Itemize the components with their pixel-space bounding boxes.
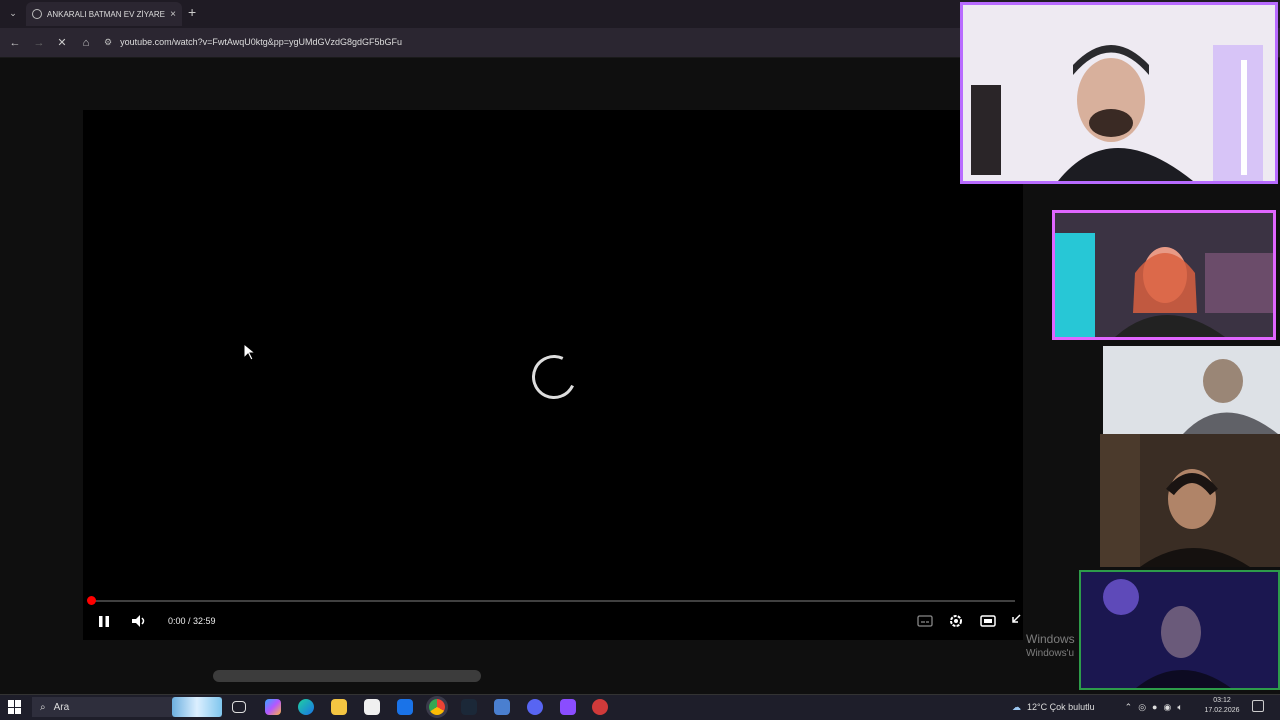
system-tray: ☁ 12°C Çok bulutlu ⌃ ◎ ● ◉ 🔈︎ xyxy=(1012,697,1183,717)
search-icon: ⌕ xyxy=(40,701,46,713)
exit-fullscreen-icon[interactable] xyxy=(1011,611,1023,631)
chrome-icon[interactable] xyxy=(429,699,445,715)
horizontal-scrollbar[interactable] xyxy=(213,670,481,682)
volume-icon[interactable] xyxy=(130,611,146,631)
network-icon[interactable]: ◎ xyxy=(1138,702,1146,713)
search-label: Ara xyxy=(53,701,70,713)
webcam-person-image xyxy=(1055,213,1273,337)
progress-scrubber[interactable] xyxy=(87,596,96,605)
activation-watermark: Windows xyxy=(1026,632,1075,646)
webcam-feed-4 xyxy=(1100,434,1280,567)
outlook-icon[interactable] xyxy=(397,699,413,715)
back-icon[interactable]: ← xyxy=(6,34,24,52)
theater-mode-icon[interactable] xyxy=(979,611,997,631)
tab-loading-icon xyxy=(32,9,42,19)
edge-icon[interactable] xyxy=(298,699,314,715)
webcam-person-image xyxy=(1100,434,1280,567)
webcam-feed-3 xyxy=(1103,346,1280,434)
store-icon[interactable] xyxy=(364,699,380,715)
time-display: 0:00 / 32:59 xyxy=(168,616,216,626)
search-highlight-image xyxy=(172,697,222,717)
app-icon[interactable] xyxy=(494,699,510,715)
app-icon[interactable] xyxy=(560,699,576,715)
steam-icon[interactable] xyxy=(461,699,477,715)
volume-tray-icon[interactable]: 🔈︎ xyxy=(1177,702,1182,713)
settings-gear-icon[interactable] xyxy=(947,611,965,631)
weather-text[interactable]: 12°C Çok bulutlu xyxy=(1027,702,1095,712)
forward-icon[interactable]: → xyxy=(30,34,48,52)
copilot-icon[interactable] xyxy=(265,699,281,715)
notification-center-icon[interactable] xyxy=(1252,700,1264,712)
webcam-feed-main xyxy=(960,2,1278,184)
webcam-person-image xyxy=(1103,346,1280,434)
task-view-icon[interactable] xyxy=(232,701,246,713)
url-text: youtube.com/watch?v=FwtAwqU0ktg&pp=ygUMd… xyxy=(120,37,403,47)
stop-icon[interactable]: ✕ xyxy=(53,34,71,52)
mouse-cursor-icon xyxy=(243,343,257,361)
pause-icon[interactable] xyxy=(96,611,112,631)
clock-date: 17.02.2026 xyxy=(1204,707,1240,714)
home-icon[interactable]: ⌂ xyxy=(77,34,95,52)
microphone-icon[interactable]: ● xyxy=(1152,702,1157,712)
windows-start-icon[interactable] xyxy=(8,700,22,714)
taskbar-clock[interactable]: 03:12 17.02.2026 xyxy=(1200,696,1244,716)
weather-icon[interactable]: ☁ xyxy=(1012,702,1021,713)
activation-watermark-sub: Windows'u xyxy=(1026,648,1075,659)
browser-tab-active[interactable]: ANKARALI BATMAN EV ZİYARETİ × xyxy=(26,2,182,26)
webcam-person-image xyxy=(963,5,1275,181)
progress-bar[interactable] xyxy=(91,600,1015,602)
site-settings-icon[interactable]: ⚙ xyxy=(104,37,112,48)
tab-close-icon[interactable]: × xyxy=(170,9,176,20)
discord-icon[interactable] xyxy=(527,699,543,715)
wifi-icon[interactable]: ◉ xyxy=(1163,702,1171,713)
show-hidden-icons[interactable]: ⌃ xyxy=(1125,702,1133,713)
address-bar[interactable]: ⚙ youtube.com/watch?v=FwtAwqU0ktg&pp=ygU… xyxy=(104,32,964,52)
webcam-person-image xyxy=(1081,572,1278,688)
file-explorer-icon[interactable] xyxy=(331,699,347,715)
subtitles-icon[interactable] xyxy=(916,611,934,631)
tab-title: ANKARALI BATMAN EV ZİYARETİ xyxy=(47,9,166,19)
tab-search-icon[interactable]: ⌄ xyxy=(6,6,20,20)
webcam-feed-2 xyxy=(1052,210,1276,340)
app-icon[interactable] xyxy=(592,699,608,715)
new-tab-button[interactable]: + xyxy=(188,5,196,19)
webcam-feed-5 xyxy=(1079,570,1280,690)
clock-time: 03:12 xyxy=(1213,697,1231,704)
